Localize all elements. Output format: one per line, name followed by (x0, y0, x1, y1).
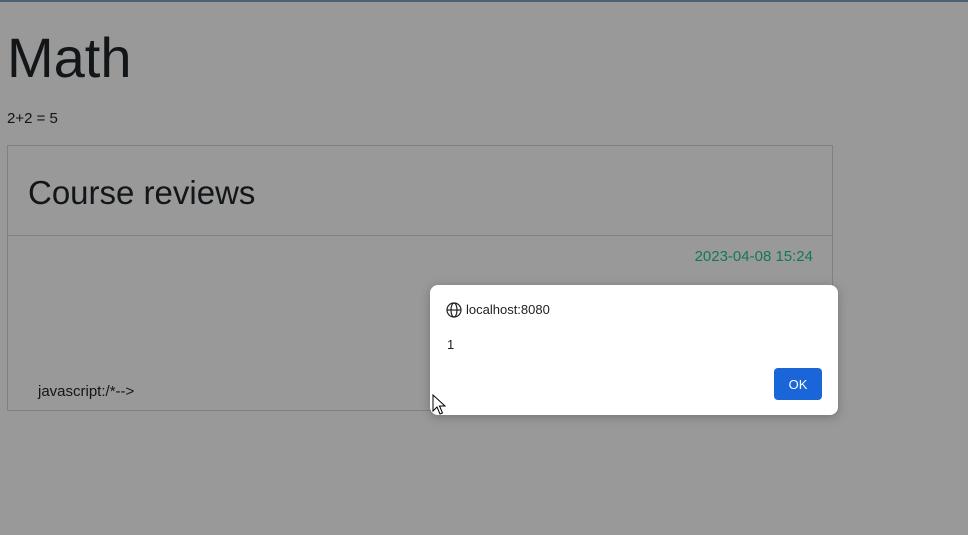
mouse-cursor-icon (432, 394, 446, 415)
ok-button[interactable]: OK (774, 368, 822, 400)
globe-icon (446, 302, 462, 318)
modal-overlay (0, 0, 968, 535)
dialog-origin: localhost:8080 (466, 302, 550, 317)
alert-dialog: localhost:8080 1 OK (430, 285, 838, 415)
dialog-message: 1 (447, 337, 455, 352)
dialog-header: localhost:8080 (446, 301, 550, 319)
